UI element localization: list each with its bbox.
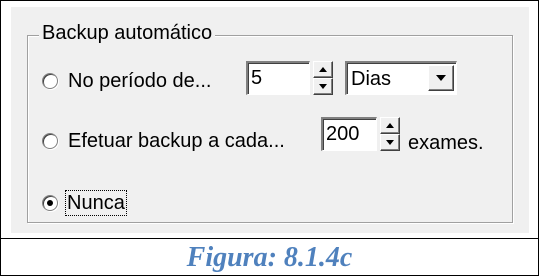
period-value-field[interactable] — [251, 63, 309, 94]
radio-selected-dot — [47, 200, 53, 206]
exams-radio-label[interactable]: Efetuar backup a cada... — [68, 129, 285, 153]
never-radio[interactable] — [42, 195, 58, 211]
exams-value-field[interactable] — [326, 119, 376, 150]
triangle-up-icon — [386, 123, 394, 128]
triangle-down-icon — [386, 140, 394, 145]
exams-spinner[interactable] — [380, 117, 400, 151]
period-spin-down-button[interactable] — [313, 78, 333, 95]
figure-caption: Figura: 8.1.4c — [186, 242, 353, 273]
exams-spin-down-button[interactable] — [380, 134, 400, 151]
period-spin-up-button[interactable] — [313, 61, 333, 78]
triangle-up-icon — [319, 67, 327, 72]
chevron-down-icon — [436, 75, 446, 81]
period-unit-value: Dias — [351, 68, 392, 90]
exams-radio[interactable] — [42, 133, 58, 149]
never-radio-label[interactable]: Nunca — [65, 190, 127, 216]
period-unit-dropdown-button[interactable] — [428, 65, 454, 91]
figure-table: Backup automático No período de... Dias — [0, 0, 539, 276]
exams-value-input[interactable] — [321, 117, 377, 151]
period-radio[interactable] — [42, 73, 58, 89]
exams-spin-up-button[interactable] — [380, 117, 400, 134]
exams-suffix-label: exames. — [408, 132, 484, 154]
figure-image-cell: Backup automático No período de... Dias — [1, 1, 538, 239]
triangle-down-icon — [319, 84, 327, 89]
period-radio-label[interactable]: No período de... — [68, 69, 211, 93]
backup-dialog-panel: Backup automático No período de... Dias — [11, 7, 529, 233]
period-spinner[interactable] — [313, 61, 333, 95]
period-unit-select[interactable]: Dias — [345, 61, 457, 95]
period-value-input[interactable] — [246, 61, 310, 95]
groupbox-title: Backup automático — [39, 21, 216, 45]
